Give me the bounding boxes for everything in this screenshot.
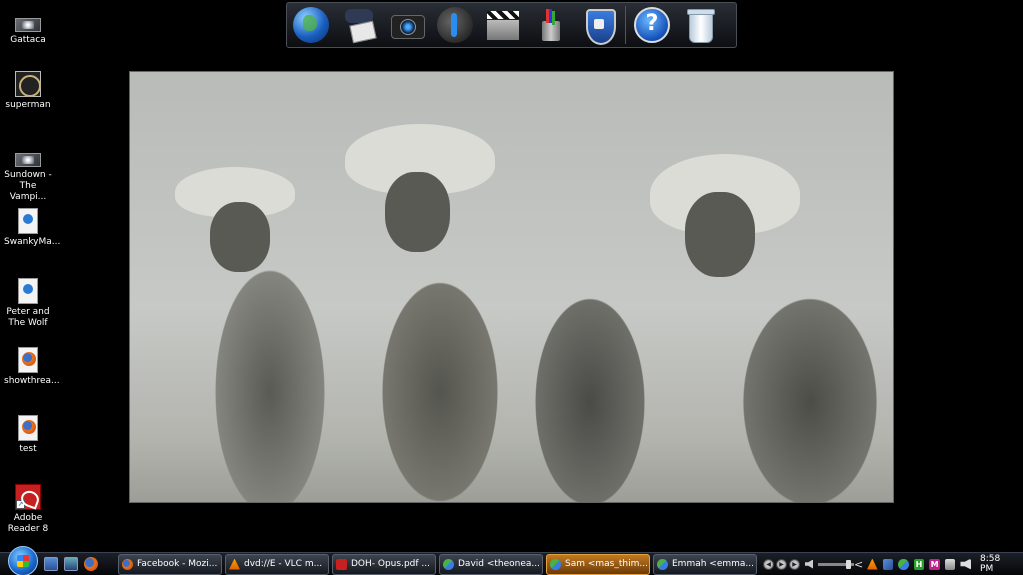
- previous-track-icon[interactable]: ◀: [763, 558, 774, 570]
- speaker-icon[interactable]: [960, 558, 972, 570]
- task-button-facebook[interactable]: Facebook - Mozi...: [118, 553, 222, 575]
- media-player-controls: ◀ ▶ ▶: [763, 558, 854, 570]
- task-label: Sam <mas_thim...: [565, 559, 648, 569]
- firefox-document-icon: [18, 415, 38, 441]
- audio-file-icon: [18, 278, 38, 304]
- recycle-bin-icon[interactable]: [682, 7, 718, 43]
- clapperboard-icon[interactable]: [485, 7, 521, 43]
- show-desktop-icon[interactable]: [44, 557, 58, 571]
- desktop-icon-label: SwankyMa...: [4, 237, 61, 247]
- firefox-icon: [122, 558, 133, 570]
- task-list: Facebook - Mozi... dvd://E - VLC m... DO…: [118, 553, 757, 575]
- task-label: Emmah <emma...: [672, 559, 755, 569]
- play-icon[interactable]: ▶: [776, 558, 787, 570]
- desktop-icon-label: Gattaca: [10, 35, 46, 45]
- vlc-tray-icon[interactable]: [867, 558, 878, 570]
- task-label: dvd://E - VLC m...: [244, 559, 323, 569]
- task-button-vlc[interactable]: dvd://E - VLC m...: [225, 553, 329, 575]
- desktop-icon-label: Peter and The Wolf: [6, 307, 50, 328]
- audio-file-icon: [18, 208, 38, 234]
- photo-figure: [210, 202, 270, 272]
- messenger-icon: [550, 558, 561, 570]
- desktop-icon-label: showthrea...: [4, 376, 60, 386]
- globe-icon[interactable]: [293, 7, 329, 43]
- security-shield-icon[interactable]: [581, 7, 617, 45]
- next-track-icon[interactable]: ▶: [789, 558, 800, 570]
- camera-icon[interactable]: [389, 7, 425, 43]
- task-button-chat-emmah[interactable]: Emmah <emma...: [653, 553, 757, 575]
- pdf-icon: [336, 558, 347, 570]
- desktop-icon-label: superman: [5, 100, 51, 110]
- desktop-icon-adobe-reader[interactable]: ↗ Adobe Reader 8: [4, 484, 52, 535]
- task-label: David <theonea...: [458, 559, 541, 569]
- photo-figure: [385, 172, 450, 252]
- task-label: Facebook - Mozi...: [137, 559, 218, 569]
- desktop-icon-swankyma[interactable]: SwankyMa...: [4, 208, 61, 248]
- desktop-icon-label: test: [19, 444, 37, 454]
- volume-icon[interactable]: [805, 559, 813, 569]
- task-button-pdf[interactable]: DOH- Opus.pdf ...: [332, 553, 436, 575]
- messenger-tray-icon[interactable]: [898, 558, 909, 570]
- taskbar: Facebook - Mozi... dvd://E - VLC m... DO…: [0, 546, 1023, 575]
- desktop-icon-peter-and-the-wolf[interactable]: Peter and The Wolf: [4, 278, 52, 329]
- firefox-icon[interactable]: [84, 557, 98, 571]
- dock-separator: [625, 6, 626, 44]
- start-button[interactable]: [8, 546, 38, 575]
- desktop-icon-label: Sundown - The Vampi...: [4, 170, 52, 202]
- help-icon[interactable]: ?: [634, 7, 670, 43]
- messenger-icon: [443, 558, 454, 570]
- show-hidden-icons-chevron[interactable]: <: [854, 558, 863, 571]
- m-tray-icon[interactable]: M: [929, 558, 940, 570]
- vlc-icon: [229, 558, 240, 570]
- task-label: DOH- Opus.pdf ...: [351, 559, 430, 569]
- video-file-icon: [15, 18, 41, 32]
- firefox-document-icon: [18, 347, 38, 373]
- desktop-icon-gattaca[interactable]: Gattaca: [4, 12, 52, 46]
- desktop-icon-test[interactable]: test: [4, 415, 52, 455]
- task-button-chat-sam[interactable]: Sam <mas_thim...: [546, 553, 650, 575]
- desktop-icon-label: Adobe Reader 8: [7, 513, 49, 534]
- desktop-icon-superman[interactable]: superman: [4, 71, 52, 111]
- music-player-icon[interactable]: [437, 7, 473, 43]
- messenger-icon: [657, 558, 668, 570]
- power-icon[interactable]: [944, 558, 956, 570]
- photo-figure: [685, 192, 755, 277]
- desktop-icon-showthread[interactable]: showthrea...: [4, 347, 60, 387]
- shortcut-arrow-icon: ↗: [16, 500, 25, 509]
- game-controller-icon[interactable]: [341, 7, 377, 43]
- video-file-icon: [15, 153, 41, 167]
- adobe-reader-icon: ↗: [15, 484, 41, 510]
- photo-viewer[interactable]: [129, 71, 894, 503]
- h-tray-icon[interactable]: H: [913, 558, 925, 570]
- dock-launcher: ?: [286, 2, 737, 48]
- pen-holder-icon[interactable]: [533, 7, 569, 43]
- network-icon[interactable]: [882, 558, 894, 570]
- task-button-chat-david[interactable]: David <theonea...: [439, 553, 543, 575]
- volume-slider[interactable]: [818, 559, 854, 569]
- film-file-icon: [15, 71, 41, 97]
- clock[interactable]: 8:58 PM: [980, 554, 1015, 574]
- system-tray: < H M 8:58 PM: [854, 554, 1023, 574]
- desktop-icon-sundown[interactable]: Sundown - The Vampi...: [4, 147, 52, 203]
- switch-windows-icon[interactable]: [64, 557, 78, 571]
